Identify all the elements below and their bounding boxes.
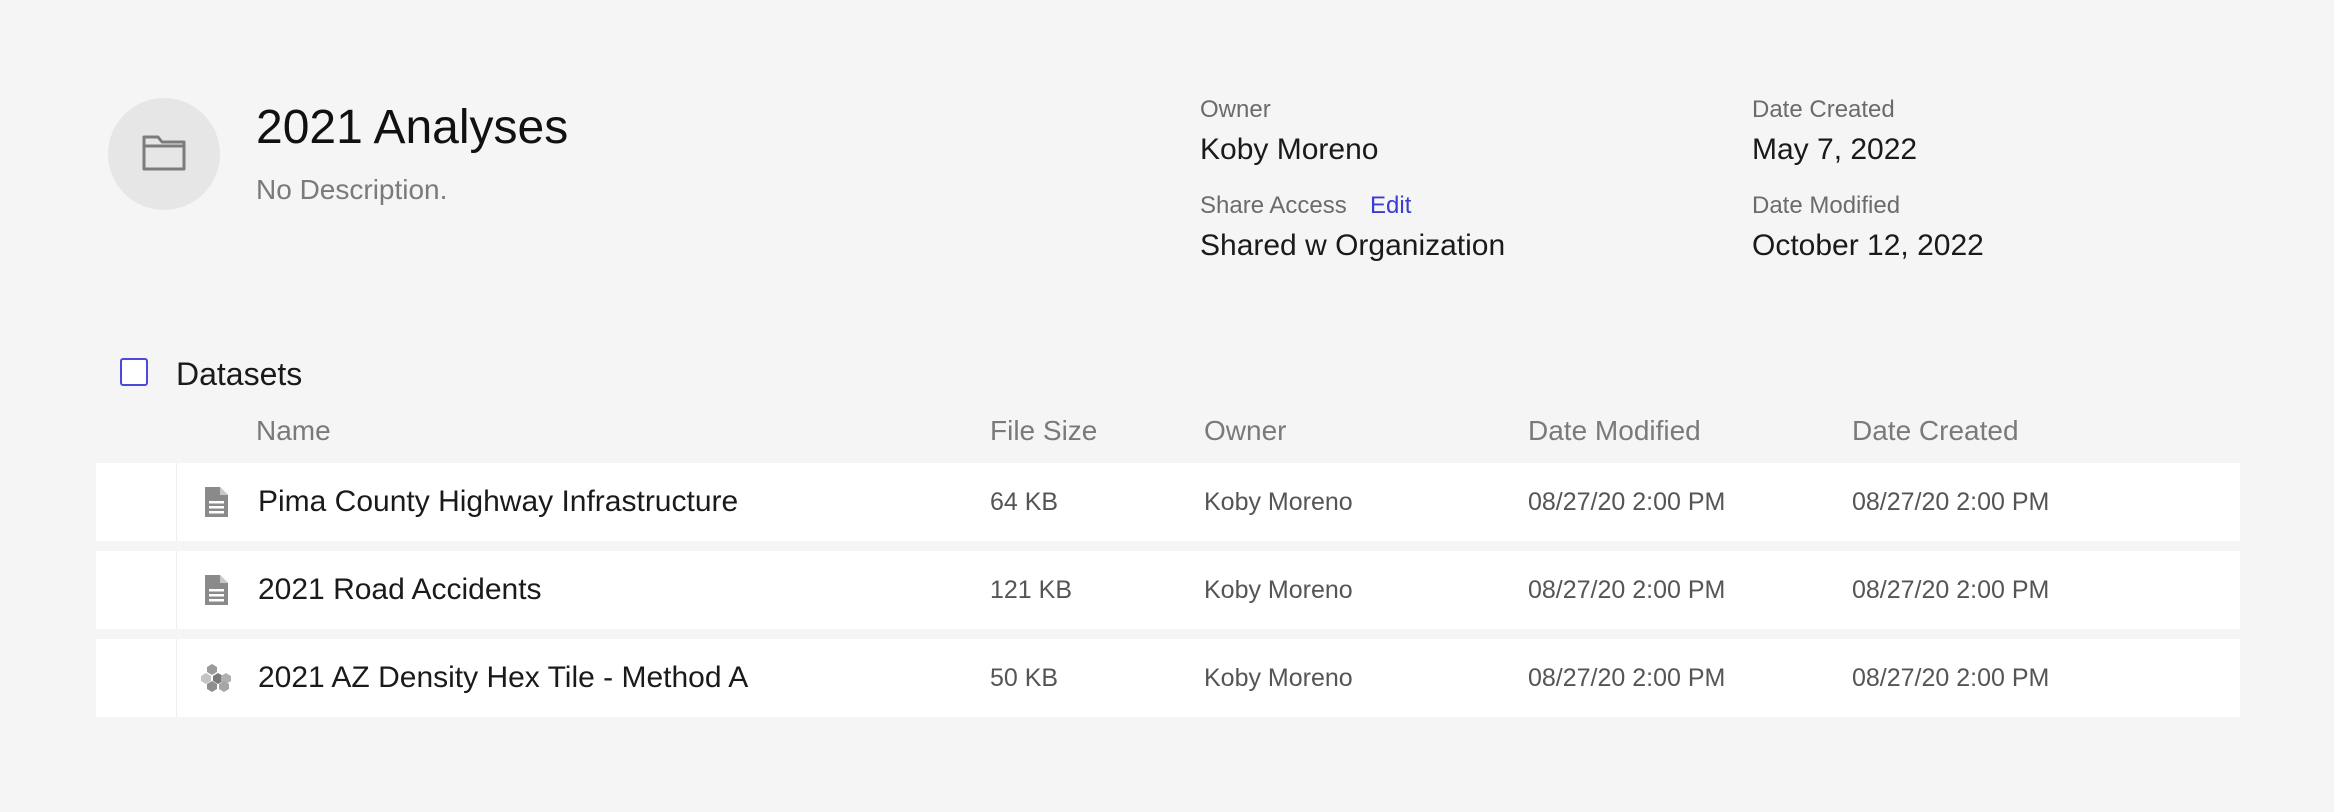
dataset-file-size: 121 KB — [990, 576, 1073, 604]
dataset-owner: Koby Moreno — [1204, 576, 1353, 604]
table-row[interactable]: Pima County Highway Infrastructure 64 KB… — [96, 463, 2240, 541]
column-header-date-created[interactable]: Date Created — [1852, 414, 2019, 448]
folder-description: No Description. — [256, 174, 448, 205]
hex-tile-icon — [200, 662, 232, 694]
date-created-value: May 7, 2022 — [1752, 133, 1918, 166]
dataset-date-modified: 08/27/20 2:00 PM — [1528, 664, 1726, 692]
date-modified-value: October 12, 2022 — [1752, 229, 1984, 262]
dataset-name[interactable]: 2021 AZ Density Hex Tile - Method A — [258, 659, 748, 697]
column-header-owner[interactable]: Owner — [1204, 414, 1286, 448]
dataset-date-created: 08/27/20 2:00 PM — [1852, 576, 2050, 604]
row-gutter — [96, 463, 177, 541]
folder-avatar — [108, 98, 220, 210]
date-modified-label: Date Modified — [1752, 192, 1901, 219]
owner-value: Koby Moreno — [1200, 133, 1379, 166]
dataset-date-modified: 08/27/20 2:00 PM — [1528, 576, 1726, 604]
dataset-date-created: 08/27/20 2:00 PM — [1852, 488, 2050, 516]
share-access-value: Shared w Organization — [1200, 229, 1506, 262]
share-access-edit-link[interactable]: Edit — [1370, 191, 1411, 221]
column-header-date-modified[interactable]: Date Modified — [1528, 414, 1701, 448]
table-row[interactable]: 2021 AZ Density Hex Tile - Method A 50 K… — [96, 639, 2240, 717]
dataset-date-modified: 08/27/20 2:00 PM — [1528, 488, 1726, 516]
owner-label: Owner — [1200, 96, 1271, 123]
dataset-name[interactable]: 2021 Road Accidents — [258, 571, 542, 609]
row-gutter — [96, 551, 177, 629]
datasets-select-all-checkbox[interactable] — [120, 358, 148, 386]
column-header-file-size[interactable]: File Size — [990, 414, 1097, 448]
dataset-owner: Koby Moreno — [1204, 664, 1353, 692]
datasets-section-title: Datasets — [176, 356, 303, 392]
table-file-icon — [200, 574, 232, 606]
page-title: 2021 Analyses — [256, 101, 569, 154]
dataset-owner: Koby Moreno — [1204, 488, 1353, 516]
date-created-label: Date Created — [1752, 96, 1895, 123]
row-gutter — [96, 639, 177, 717]
dataset-file-size: 50 KB — [990, 664, 1059, 692]
dataset-name[interactable]: Pima County Highway Infrastructure — [258, 483, 738, 521]
dataset-file-size: 64 KB — [990, 488, 1059, 516]
dataset-date-created: 08/27/20 2:00 PM — [1852, 664, 2050, 692]
table-row[interactable]: 2021 Road Accidents 121 KB Koby Moreno 0… — [96, 551, 2240, 629]
table-file-icon — [200, 486, 232, 518]
column-header-name[interactable]: Name — [256, 414, 331, 448]
folder-icon — [141, 132, 187, 177]
share-access-label: Share Access — [1200, 192, 1347, 219]
